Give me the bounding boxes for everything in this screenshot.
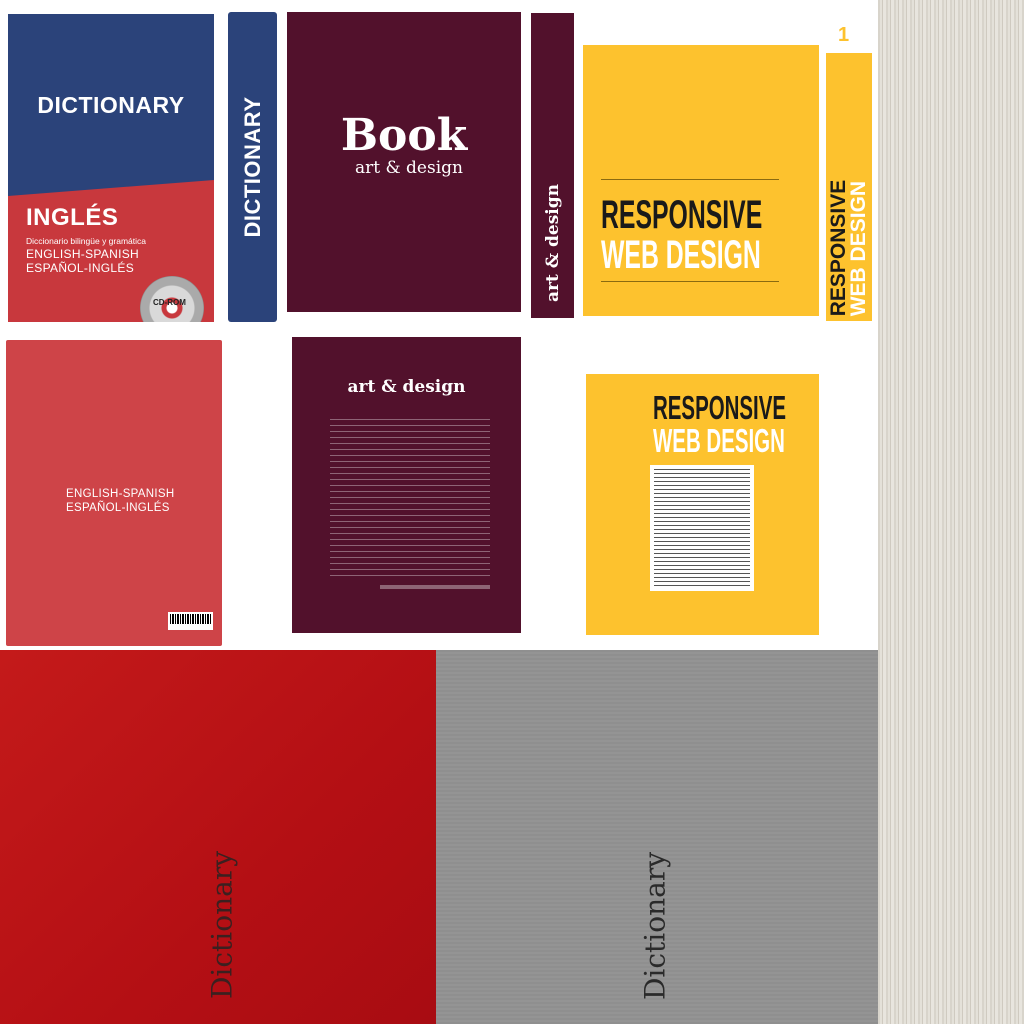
dictionary-language-title: INGLÉS [26, 204, 119, 231]
book-front-title: Book [340, 110, 468, 161]
barcode-bars [170, 614, 211, 624]
rwd-spine-title: RESPONSIVE WEB DESIGN [827, 179, 870, 317]
barcode [168, 612, 213, 630]
dictionary-front-line1: ENGLISH-SPANISH [26, 247, 139, 261]
dictionary-spine: DICTIONARY [228, 12, 277, 322]
rwd-back-line2: WEB DESIGN [653, 422, 785, 459]
dictionary-back-cover: ENGLISH-SPANISH ESPAÑOL-INGLÉS [6, 340, 222, 646]
rwd-front-cover: RESPONSIVE WEB DESIGN [583, 45, 819, 316]
rwd-front-line2: WEB DESIGN [601, 233, 761, 277]
red-cloth-texture: Dictionary [0, 650, 436, 1024]
dictionary-back-line2: ESPAÑOL-INGLÉS [66, 502, 170, 514]
gray-cloth-texture: Dictionary [436, 650, 878, 1024]
rwd-back-line1: RESPONSIVE [653, 389, 787, 426]
dictionary-front-line2: ESPAÑOL-INGLÉS [26, 261, 135, 275]
dictionary-front-title: DICTIONARY [37, 92, 185, 118]
rwd-back-text-lines [654, 469, 750, 587]
book-back-footer-text [380, 585, 490, 589]
book-back-title: art & design [347, 377, 466, 397]
rwd-spine: RESPONSIVE WEB DESIGN [826, 53, 872, 321]
red-texture-word: Dictionary [205, 850, 239, 1000]
book-front-cover: Book art & design [287, 12, 521, 312]
rwd-back-cover: RESPONSIVE WEB DESIGN [586, 374, 819, 635]
rwd-spine-number: 1 [838, 24, 850, 46]
rwd-back-text-panel [650, 465, 754, 591]
book-front-subtitle: art & design [355, 158, 463, 178]
dictionary-back-line1: ENGLISH-SPANISH [66, 488, 175, 500]
dictionary-front-cover: DICTIONARY INGLÉS Diccionario bilingüe y… [8, 14, 214, 322]
gray-texture-word: Dictionary [638, 851, 672, 1001]
dictionary-spine-title: DICTIONARY [239, 96, 265, 238]
rwd-bottom-rule [601, 281, 779, 282]
rwd-spine-line1: RESPONSIVE [827, 179, 850, 317]
rwd-front-line1: RESPONSIVE [601, 193, 763, 237]
cd-rom-label: CD-ROM [153, 298, 186, 307]
book-back-cover: art & design [292, 337, 521, 633]
rwd-spine-line2: WEB DESIGN [847, 180, 870, 317]
book-back-text-block [330, 419, 490, 579]
dictionary-subtitle: Diccionario bilingüe y gramática [26, 236, 147, 246]
book-spine-title: art & design [542, 184, 563, 302]
book-spine: art & design [531, 13, 574, 318]
page-edge-texture [878, 0, 1024, 1024]
rwd-top-rule [601, 179, 779, 180]
